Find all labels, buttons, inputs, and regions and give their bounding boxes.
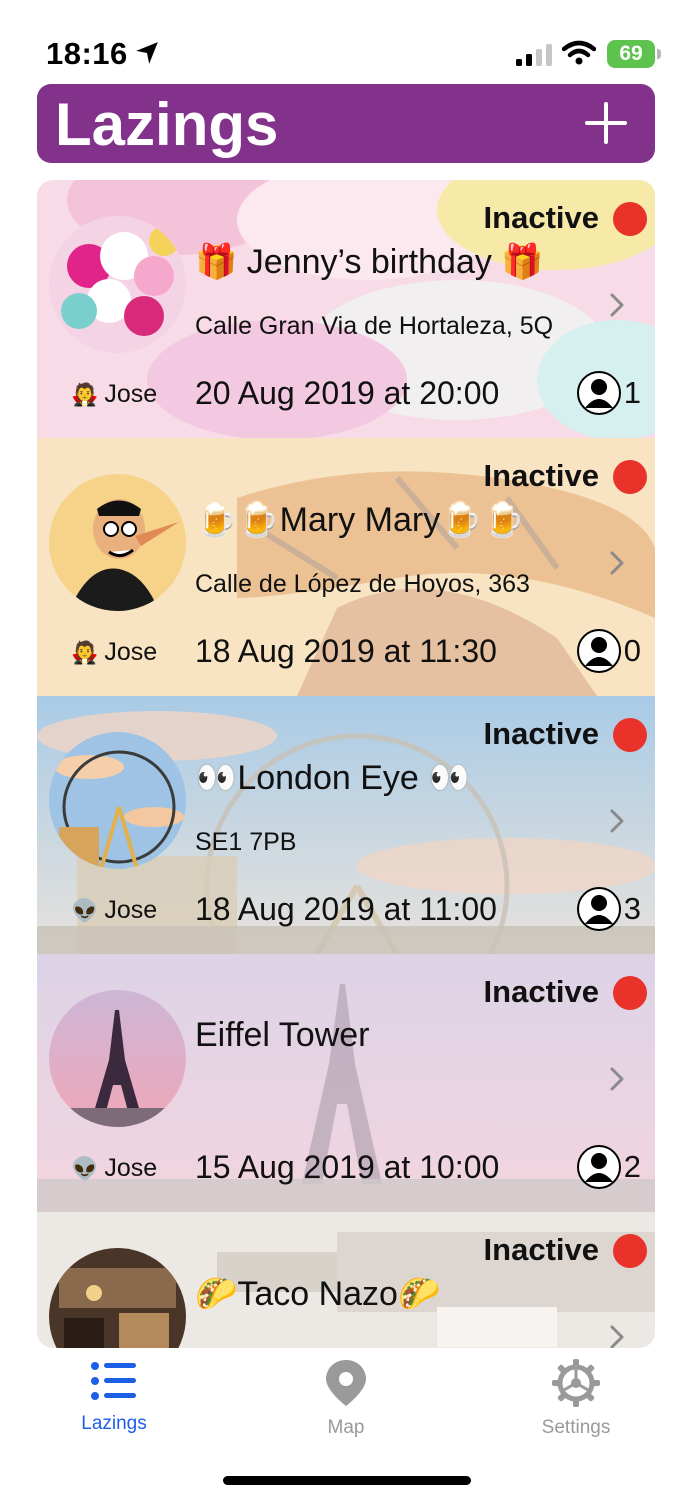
event-card[interactable]: Inactive Eiffel Tower 👽 Jose 15 Aug 2019… xyxy=(37,954,655,1212)
map-pin-icon xyxy=(326,1360,366,1406)
event-date: 20 Aug 2019 at 20:00 xyxy=(195,375,500,411)
status-label: Inactive xyxy=(483,974,599,1009)
owner-name: Jose xyxy=(104,1154,158,1182)
header-bar: Lazings xyxy=(37,84,655,163)
event-owner: 👽 Jose xyxy=(71,1154,157,1183)
person-icon xyxy=(576,629,621,673)
attendee-count: 2 xyxy=(623,1149,641,1184)
chevron-right-icon xyxy=(610,809,624,833)
event-date: 18 Aug 2019 at 11:00 xyxy=(195,891,497,927)
tab-lazings[interactable]: Lazings xyxy=(44,1358,184,1435)
location-arrow-icon xyxy=(136,42,158,64)
tab-label: Settings xyxy=(541,1417,611,1438)
event-avatar xyxy=(49,474,186,611)
event-address: SE1 7PB xyxy=(195,828,297,856)
chevron-right-icon xyxy=(610,1067,624,1091)
attendees: 0 xyxy=(576,628,641,674)
person-icon xyxy=(576,887,621,931)
event-address: Calle de López de Hoyos, 363 xyxy=(195,570,530,598)
status-label: Inactive xyxy=(483,200,599,235)
event-card[interactable]: Inactive 👀London Eye 👀 SE1 7PB 👽 Jose 18… xyxy=(37,696,655,954)
event-owner: 🧛 Jose xyxy=(71,638,157,667)
owner-name: Jose xyxy=(104,638,158,666)
chevron-right-icon xyxy=(610,1325,624,1348)
owner-emoji: 👽 xyxy=(71,1155,99,1181)
event-title: Eiffel Tower xyxy=(195,1016,370,1054)
event-card[interactable]: Inactive 🎁 Jenny’s birthday 🎁 Calle Gran… xyxy=(37,180,655,438)
event-list: Inactive 🎁 Jenny’s birthday 🎁 Calle Gran… xyxy=(37,180,655,1348)
chevron-right-icon xyxy=(610,551,624,575)
event-avatar xyxy=(49,732,186,869)
event-avatar xyxy=(49,990,186,1127)
status-label: Inactive xyxy=(483,716,599,751)
person-icon xyxy=(576,1145,621,1189)
owner-name: Jose xyxy=(104,896,158,924)
home-indicator xyxy=(223,1476,471,1485)
event-card[interactable]: Inactive 🌮Taco Nazo🌮 xyxy=(37,1212,655,1348)
wifi-icon xyxy=(562,40,596,65)
attendees: 3 xyxy=(576,886,641,932)
attendee-count: 3 xyxy=(623,891,641,926)
status-label: Inactive xyxy=(483,1232,599,1267)
event-address: Calle Gran Via de Hortaleza, 5Q xyxy=(195,312,554,340)
battery-cap xyxy=(657,49,661,59)
list-icon xyxy=(91,1362,136,1400)
owner-name: Jose xyxy=(104,380,158,408)
attendees: 2 xyxy=(576,1144,641,1190)
tab-settings[interactable]: Settings xyxy=(506,1358,646,1439)
status-dot xyxy=(613,718,647,752)
event-title: 🎁 Jenny’s birthday 🎁 xyxy=(195,243,544,281)
attendee-count: 1 xyxy=(623,375,641,410)
event-avatar xyxy=(49,216,186,353)
tab-label: Map xyxy=(327,1417,365,1438)
add-button[interactable] xyxy=(583,100,629,146)
tab-map[interactable]: Map xyxy=(276,1358,416,1439)
status-dot xyxy=(613,1234,647,1268)
status-label: Inactive xyxy=(483,458,599,493)
event-title: 👀London Eye 👀 xyxy=(195,759,471,797)
status-dot xyxy=(613,460,647,494)
status-dot xyxy=(613,202,647,236)
gear-icon xyxy=(552,1359,600,1407)
event-date: 18 Aug 2019 at 11:30 xyxy=(195,633,497,669)
status-bar: 18:16 69 xyxy=(0,0,693,80)
event-owner: 🧛 Jose xyxy=(71,380,157,409)
chevron-right-icon xyxy=(610,293,624,317)
status-dot xyxy=(613,976,647,1010)
signal-icon xyxy=(516,44,552,66)
owner-emoji: 🧛 xyxy=(71,381,99,407)
event-title: 🌮Taco Nazo🌮 xyxy=(195,1275,441,1313)
event-owner: 👽 Jose xyxy=(71,896,157,925)
attendees: 1 xyxy=(576,370,641,416)
status-time: 18:16 xyxy=(46,36,128,71)
tab-label: Lazings xyxy=(81,1413,147,1434)
person-icon xyxy=(576,371,621,415)
event-title: 🍺🍺Mary Mary🍺🍺 xyxy=(195,501,525,539)
attendee-count: 0 xyxy=(623,633,641,668)
owner-emoji: 🧛 xyxy=(71,639,99,665)
event-date: 15 Aug 2019 at 10:00 xyxy=(195,1149,500,1185)
page-title: Lazings xyxy=(55,91,279,158)
battery-level: 69 xyxy=(607,40,655,68)
owner-emoji: 👽 xyxy=(71,897,99,923)
event-card[interactable]: Inactive 🍺🍺Mary Mary🍺🍺 Calle de López de… xyxy=(37,438,655,696)
